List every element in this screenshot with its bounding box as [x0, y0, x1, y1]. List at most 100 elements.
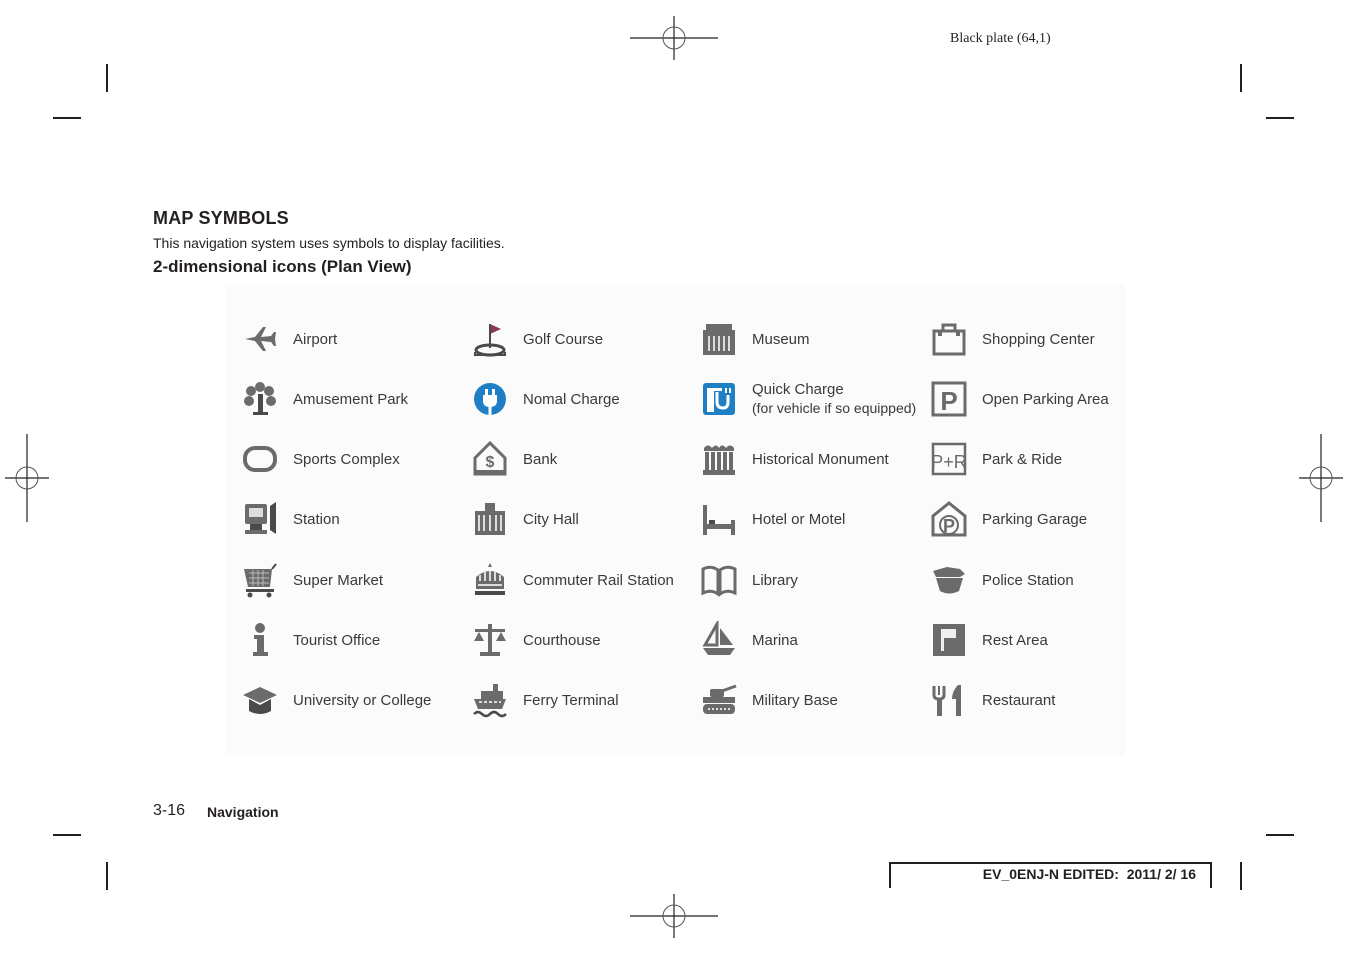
- plug-icon: [470, 379, 510, 419]
- symbol-label-text: Marina: [752, 631, 798, 649]
- symbol-item: Sports Complex: [240, 434, 465, 484]
- info-icon: [240, 620, 280, 660]
- edited-stamp-box: EV_0ENJ-N EDITED: 2011/ 2/ 16: [889, 862, 1212, 888]
- symbol-item: P+R Park & Ride: [929, 434, 1154, 484]
- crop-mark: [106, 862, 108, 890]
- symbol-label: Sports Complex: [293, 450, 400, 469]
- symbol-label-text: Bank: [523, 450, 558, 468]
- symbol-item: P Parking Garage: [929, 494, 1154, 544]
- ferry-icon: [470, 680, 510, 720]
- symbol-label-text: Courthouse: [523, 631, 601, 649]
- registration-mark-bottom: [630, 894, 718, 938]
- symbol-label-text: Historical Monument: [752, 450, 889, 468]
- symbol-label-text: Parking Garage: [982, 510, 1088, 528]
- monument-icon: [699, 439, 739, 479]
- symbol-label: Golf Course: [523, 330, 603, 349]
- symbol-label-text: Open Parking Area: [982, 390, 1109, 408]
- symbol-item: Nomal Charge: [470, 374, 695, 424]
- section-title: MAP SYMBOLS: [153, 208, 289, 228]
- symbol-item: Courthouse: [470, 615, 695, 665]
- symbol-label-text: Shopping Center: [982, 330, 1095, 348]
- parking-icon: P: [929, 379, 969, 419]
- plate-label: Black plate (64,1): [950, 31, 1051, 46]
- symbol-label-text: Super Market: [293, 571, 384, 589]
- tree-icon: [240, 379, 280, 419]
- section-subtitle: 2-dimensional icons (Plan View): [153, 257, 412, 276]
- symbol-label: University or College: [293, 691, 431, 710]
- symbol-item: Restaurant: [929, 675, 1154, 725]
- bed-icon: [699, 499, 739, 539]
- symbol-label-text: Nomal Charge: [523, 390, 620, 408]
- section-description: This navigation system uses symbols to d…: [153, 235, 505, 251]
- symbol-label: Open Parking Area: [982, 390, 1109, 409]
- symbol-label-text: Airport: [293, 330, 338, 348]
- symbol-label: Station: [293, 510, 340, 529]
- symbol-label-text: Golf Course: [523, 330, 604, 348]
- symbol-label: Commuter Rail Station: [523, 571, 674, 590]
- crop-mark: [106, 64, 108, 92]
- crop-mark: [53, 117, 81, 119]
- city-hall-icon: [470, 499, 510, 539]
- symbol-label: Library: [752, 571, 798, 590]
- tank-icon: [699, 680, 739, 720]
- book-icon: [699, 560, 739, 600]
- symbol-label-text: Military Base: [752, 691, 838, 709]
- page-number: 3-16: [153, 802, 186, 819]
- symbol-label: Nomal Charge: [523, 390, 620, 409]
- symbol-label: Historical Monument: [752, 450, 889, 469]
- symbol-label: Ferry Terminal: [523, 691, 619, 710]
- symbol-label: Restaurant: [982, 691, 1055, 710]
- crop-mark: [53, 834, 81, 836]
- symbol-item: Marina: [699, 615, 924, 665]
- symbol-item: Super Market: [240, 555, 465, 605]
- crop-mark: [1266, 834, 1294, 836]
- symbol-label-text: Hotel or Motel: [752, 510, 846, 528]
- symbol-label-text: Police Station: [982, 571, 1074, 589]
- symbol-item: Station: [240, 494, 465, 544]
- quick-charge-icon: [699, 379, 739, 419]
- sailboat-icon: [699, 620, 739, 660]
- symbol-item: Hotel or Motel: [699, 494, 924, 544]
- symbol-item: Tourist Office: [240, 615, 465, 665]
- bank-icon: $: [470, 439, 510, 479]
- symbol-label-text: Quick Charge: [752, 381, 844, 398]
- symbol-item: Police Station: [929, 555, 1154, 605]
- section-name: Navigation: [207, 804, 279, 820]
- symbol-label: Marina: [752, 631, 798, 650]
- symbol-item: Library: [699, 555, 924, 605]
- fork-knife-icon: [929, 680, 969, 720]
- symbol-label: Quick Charge (for vehicle if so equipped): [752, 380, 916, 418]
- symbol-sublabel: (for vehicle if so equipped): [752, 400, 917, 416]
- scales-icon: [470, 620, 510, 660]
- symbol-label: Park & Ride: [982, 450, 1062, 469]
- symbol-label: Courthouse: [523, 631, 601, 650]
- symbol-label-text: Museum: [752, 330, 810, 348]
- airplane-icon: [240, 319, 280, 359]
- symbol-label-text: Rest Area: [982, 631, 1048, 649]
- symbol-label: Bank: [523, 450, 557, 469]
- svg-text:P: P: [940, 386, 957, 416]
- symbol-item: Rest Area: [929, 615, 1154, 665]
- parking-garage-icon: P: [929, 499, 969, 539]
- symbol-item: University or College: [240, 675, 465, 725]
- stadium-icon: [240, 439, 280, 479]
- park-and-ride-icon: P+R: [929, 439, 969, 479]
- symbol-label: Super Market: [293, 571, 383, 590]
- symbol-label: Airport: [293, 330, 337, 349]
- symbol-label-text: Amusement Park: [293, 390, 409, 408]
- rest-area-icon: [929, 620, 969, 660]
- shopping-bag-icon: [929, 319, 969, 359]
- symbol-item: City Hall: [470, 494, 695, 544]
- symbol-item: Airport: [240, 314, 465, 364]
- edited-stamp: EV_0ENJ-N EDITED: 2011/ 2/ 16: [982, 866, 1196, 882]
- symbol-label-text: Sports Complex: [293, 450, 400, 468]
- symbol-item: $ Bank: [470, 434, 695, 484]
- golf-flag-icon: [470, 319, 510, 359]
- registration-mark-right: [1299, 434, 1343, 522]
- commuter-train-icon: [470, 560, 510, 600]
- graduation-cap-icon: [240, 680, 280, 720]
- crop-mark: [1240, 64, 1242, 92]
- museum-icon: [699, 319, 739, 359]
- symbol-label-text: Ferry Terminal: [523, 691, 619, 709]
- symbol-label-text: Commuter Rail Station: [523, 571, 674, 589]
